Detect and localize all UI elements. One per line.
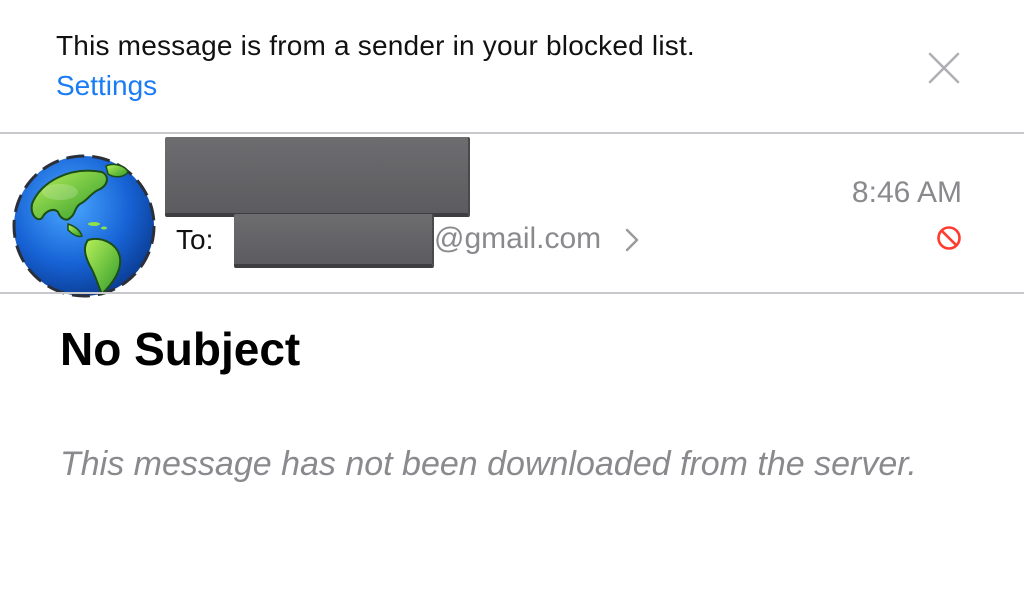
blocked-sender-banner: This message is from a sender in your bl…	[0, 0, 1024, 132]
header-divider	[0, 292, 1024, 294]
message-subject: No Subject	[60, 323, 301, 375]
redacted-recipient-name	[234, 214, 434, 268]
sender-avatar[interactable]	[10, 152, 158, 300]
to-label: To:	[176, 224, 214, 255]
message-time: 8:46 AM	[851, 176, 962, 209]
close-banner-button[interactable]	[924, 48, 964, 88]
recipient-address[interactable]: @gmail.com	[434, 222, 601, 256]
blocked-icon	[937, 226, 961, 250]
blocked-sender-message: This message is from a sender in your bl…	[56, 30, 695, 61]
redacted-sender-name	[165, 137, 470, 217]
close-icon	[928, 52, 960, 84]
globe-icon	[12, 154, 156, 298]
settings-link[interactable]: Settings	[56, 70, 157, 102]
chevron-right-icon[interactable]	[624, 227, 640, 253]
banner-divider	[0, 132, 1024, 134]
mail-message-view: This message is from a sender in your bl…	[0, 0, 1024, 613]
message-body: This message has not been downloaded fro…	[60, 445, 917, 483]
